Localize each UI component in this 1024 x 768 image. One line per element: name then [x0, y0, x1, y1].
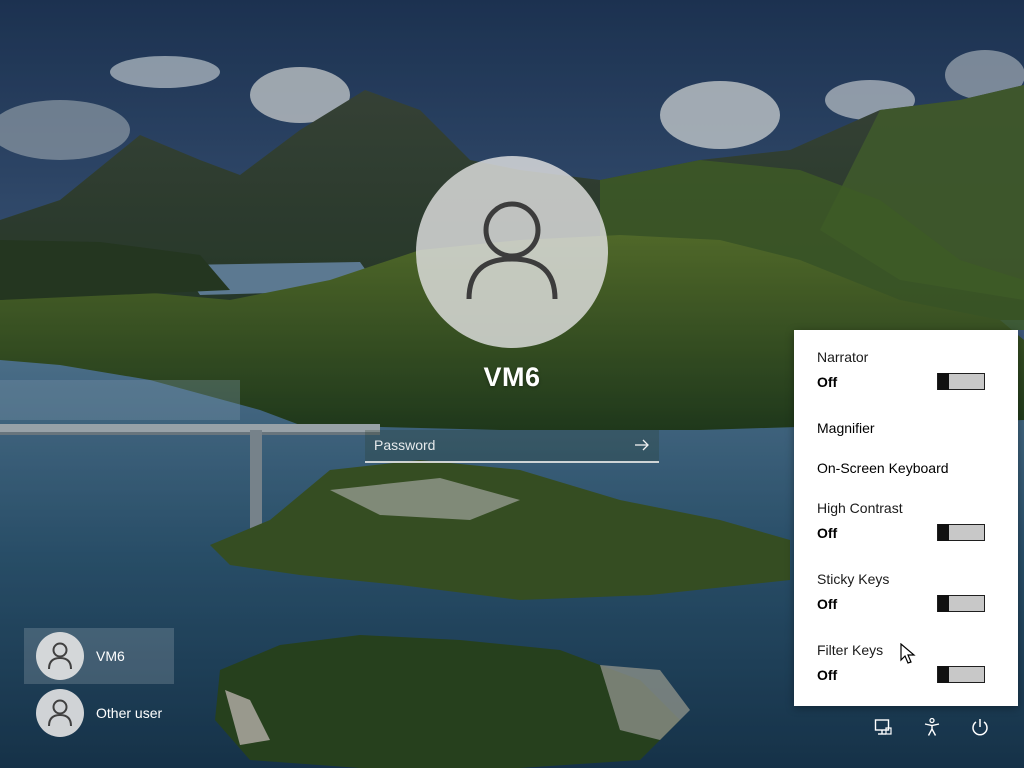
on-screen-keyboard-link[interactable]: On-Screen Keyboard	[817, 460, 1008, 476]
password-box[interactable]	[365, 430, 659, 463]
mouse-cursor-icon	[900, 643, 916, 664]
high-contrast-toggle[interactable]	[937, 524, 985, 541]
toggle-knob	[938, 524, 949, 541]
toggle-knob	[938, 666, 949, 683]
username-label: VM6	[483, 362, 541, 392]
filter-keys-toggle[interactable]	[937, 666, 985, 683]
avatar	[36, 632, 84, 680]
sticky-keys-label: Sticky Keys	[817, 571, 890, 587]
person-icon	[48, 699, 72, 727]
ease-of-access-button[interactable]	[919, 714, 945, 740]
sticky-keys-toggle[interactable]	[937, 595, 985, 612]
toggle-knob	[938, 373, 949, 390]
user-tile-other-user[interactable]: Other user	[24, 685, 174, 741]
power-icon	[972, 719, 988, 736]
person-icon	[48, 642, 72, 670]
arrow-right-icon	[635, 439, 649, 451]
user-tile-label: VM6	[96, 648, 125, 664]
accessibility-icon	[924, 717, 940, 736]
user-avatar-large	[416, 156, 608, 348]
submit-arrow-button[interactable]	[631, 435, 653, 455]
high-contrast-label: High Contrast	[817, 500, 903, 516]
avatar	[36, 689, 84, 737]
power-button[interactable]	[967, 714, 993, 740]
person-icon	[466, 201, 558, 300]
network-icon	[874, 719, 892, 735]
user-tile-label: Other user	[96, 705, 163, 721]
magnifier-link[interactable]: Magnifier	[817, 420, 1008, 436]
narrator-label: Narrator	[817, 349, 869, 365]
user-tile-vm6[interactable]: VM6	[24, 628, 174, 684]
password-input[interactable]	[365, 430, 634, 459]
toggle-knob	[938, 595, 949, 612]
narrator-toggle[interactable]	[937, 373, 985, 390]
network-button[interactable]	[870, 714, 896, 740]
